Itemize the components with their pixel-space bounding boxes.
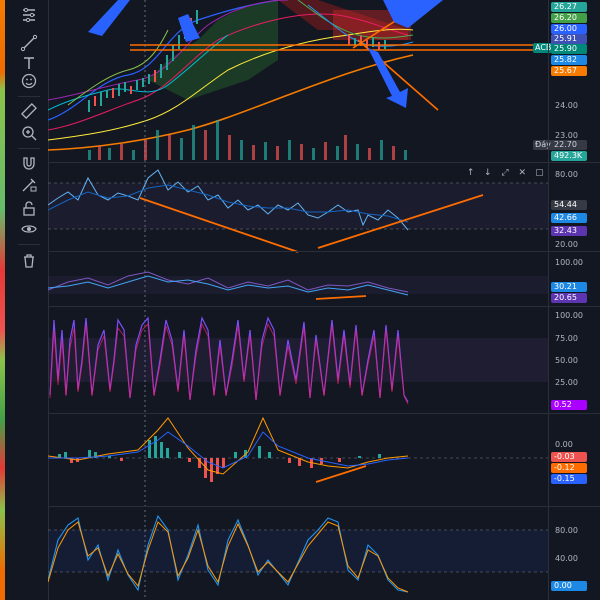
adx-badge: 30.21 xyxy=(551,282,587,292)
trading-chart-window: { "symbol": { "ticker": "ACB" }, "price_… xyxy=(0,0,600,600)
pane-divider[interactable] xyxy=(48,251,600,252)
trend-line-icon[interactable] xyxy=(19,34,39,54)
stochrsi-badge: 0.00 xyxy=(551,581,587,591)
toolbar-divider xyxy=(18,148,40,149)
price-badge: 26.00 xyxy=(551,24,587,34)
price-badge: 25.82 xyxy=(551,55,587,65)
rsi-badge: 54.44 xyxy=(551,200,587,210)
stochrsi-tick: 80.00 xyxy=(555,526,578,535)
macd-trend-line xyxy=(315,465,367,483)
rsi-tick: 20.00 xyxy=(555,240,578,249)
pane-controls: ↑ ↓ ⤢ ✕ ▢ xyxy=(465,167,545,181)
stochrsi-tick: 40.00 xyxy=(555,554,578,563)
close-icon[interactable]: ✕ xyxy=(517,167,528,179)
text-icon[interactable] xyxy=(19,54,39,74)
rsi-tick: 80.00 xyxy=(555,170,578,179)
pane-divider[interactable] xyxy=(48,306,600,307)
price-badge: 25.91 xyxy=(551,34,587,44)
macd-badge: -0.03 xyxy=(551,452,587,462)
drawing-toolbar xyxy=(10,0,49,600)
price-badge: 26.27 xyxy=(551,2,587,12)
pane-divider[interactable] xyxy=(48,506,600,507)
lock-drawings-icon[interactable] xyxy=(19,176,39,196)
toolbar-divider xyxy=(18,244,40,245)
price-scale[interactable]: 26.27 26.20 26.00 25.91 25.90 25.82 25.6… xyxy=(548,0,600,600)
macd-badge: -0.15 xyxy=(551,474,587,484)
price-tick: 24.00 xyxy=(555,101,578,110)
maximize-icon[interactable]: ⤢ xyxy=(499,167,510,179)
rsi-badge: 42.66 xyxy=(551,213,587,223)
stoch-tick: 25.00 xyxy=(555,378,578,387)
move-up-icon[interactable]: ↑ xyxy=(465,167,476,179)
ruler-icon[interactable] xyxy=(19,102,39,122)
stoch-band xyxy=(48,338,548,382)
volume-bars xyxy=(88,120,407,160)
trash-icon[interactable] xyxy=(19,252,39,272)
stoch-badge: 0.52 xyxy=(551,400,587,410)
rsi-badge: 32.43 xyxy=(551,226,587,236)
price-badge: 25.67 xyxy=(551,66,587,76)
macd-tick: 0.00 xyxy=(555,440,573,449)
restore-icon[interactable]: ▢ xyxy=(534,167,545,179)
price-badge: 22.70 xyxy=(551,140,587,150)
adx-badge: 20.65 xyxy=(551,293,587,303)
chart-canvas[interactable] xyxy=(47,0,548,600)
magnet-icon[interactable] xyxy=(19,154,39,174)
price-badge: 26.20 xyxy=(551,13,587,23)
adx-tick: 100.00 xyxy=(555,258,583,267)
stoch-tick: 50.00 xyxy=(555,356,578,365)
macd-badge: -0.12 xyxy=(551,463,587,473)
stochrsi-band xyxy=(48,530,548,572)
macd-histogram xyxy=(58,436,381,482)
adx-trend-line xyxy=(315,295,367,300)
lock-icon[interactable] xyxy=(19,200,39,220)
toolbar-divider xyxy=(18,96,40,97)
eye-icon[interactable] xyxy=(19,220,39,240)
pane-divider[interactable] xyxy=(48,162,600,163)
chart-drawing xyxy=(47,0,548,600)
volume-badge: 492.3K xyxy=(551,151,587,161)
stoch-tick: 75.00 xyxy=(555,334,578,343)
price-tick: 23.00 xyxy=(555,131,578,140)
crosshair-icon[interactable] xyxy=(19,6,39,26)
macd-signal-line xyxy=(48,431,409,469)
emoji-icon[interactable] xyxy=(19,72,39,92)
stoch-tick: 100.00 xyxy=(555,311,583,320)
zoom-in-icon[interactable] xyxy=(19,124,39,144)
left-color-strip xyxy=(0,0,5,600)
price-badge: 25.90 xyxy=(551,44,587,54)
rsi-band xyxy=(48,183,548,229)
move-down-icon[interactable]: ↓ xyxy=(482,167,493,179)
arrow-icon xyxy=(88,0,130,36)
pane-divider[interactable] xyxy=(48,413,600,414)
